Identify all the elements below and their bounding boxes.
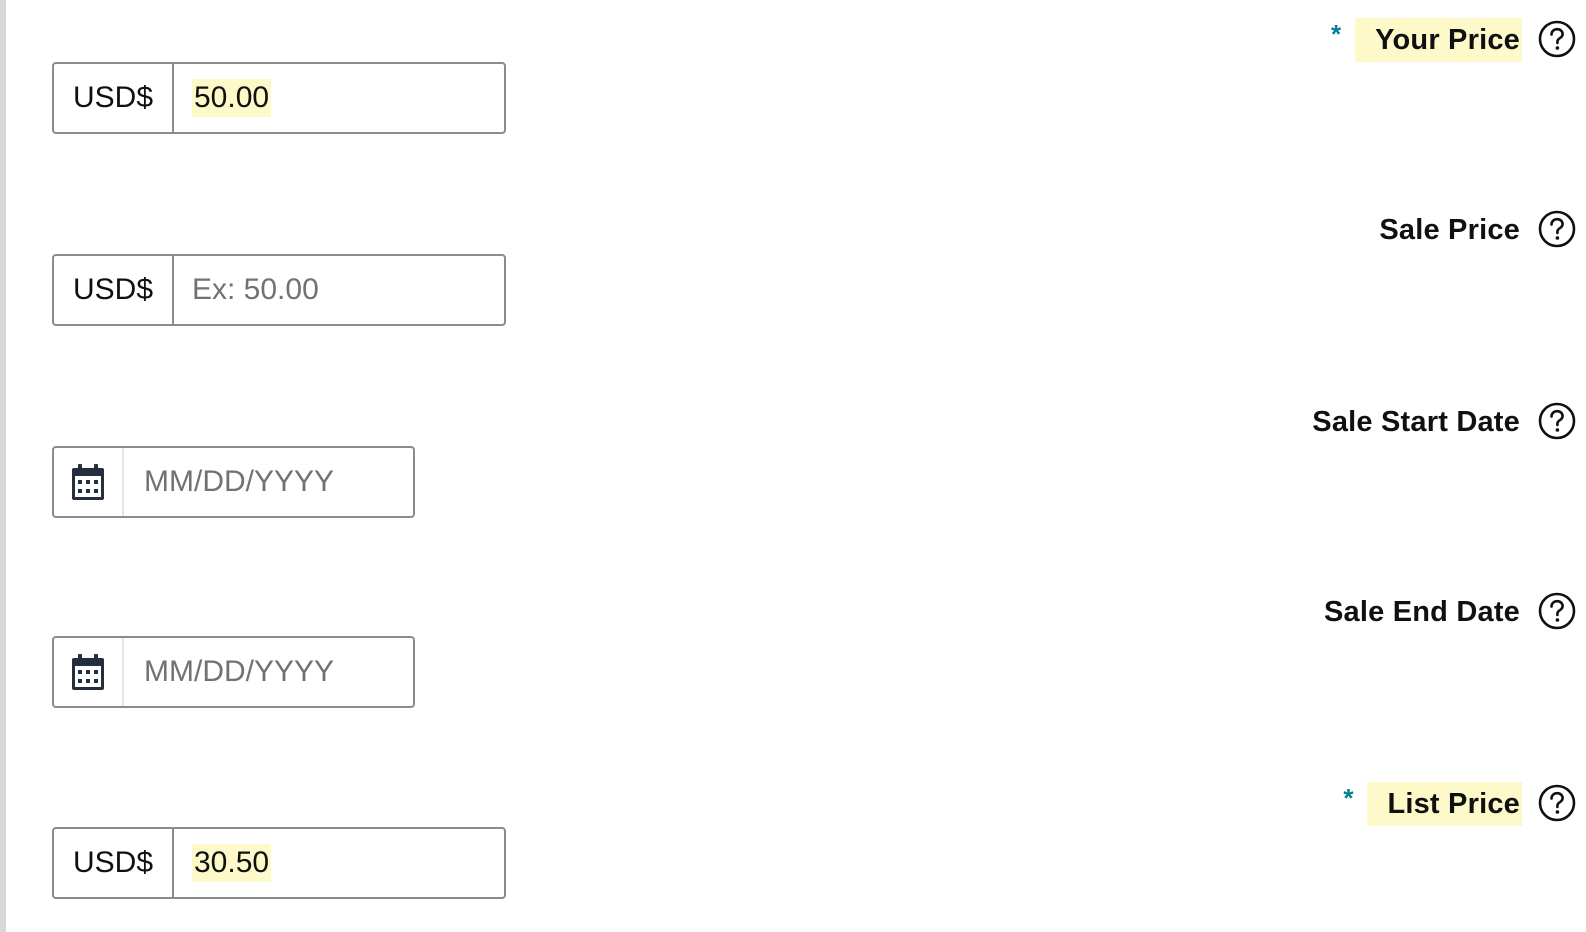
sale-start-date-input-group[interactable]: MM/DD/YYYY [52, 446, 415, 518]
your-price-label-group: * Your Price [1330, 18, 1576, 62]
calendar-icon [72, 654, 104, 690]
your-price-input-group[interactable]: USD$ 50.00 [52, 62, 506, 134]
required-marker: * [1330, 18, 1342, 49]
currency-prefix: USD$ [54, 829, 174, 897]
sale-end-date-placeholder: MM/DD/YYYY [144, 655, 335, 688]
currency-prefix: USD$ [54, 256, 174, 324]
calendar-button[interactable] [54, 638, 124, 706]
sale-end-date-label-group: Sale End Date [1322, 590, 1576, 634]
help-circle-icon[interactable] [1538, 592, 1576, 630]
sale-price-label: Sale Price [1379, 214, 1520, 246]
sale-end-date-label: Sale End Date [1324, 596, 1520, 628]
list-price-label: List Price [1367, 782, 1522, 826]
calendar-button[interactable] [54, 448, 124, 516]
your-price-input[interactable]: 50.00 [174, 64, 504, 132]
list-price-value: 30.50 [192, 844, 272, 882]
help-circle-icon[interactable] [1538, 20, 1576, 58]
sale-price-placeholder: Ex: 50.00 [192, 273, 319, 306]
required-marker: * [1343, 782, 1354, 813]
sale-start-date-label-group: Sale Start Date [1310, 400, 1576, 444]
sale-start-date-placeholder: MM/DD/YYYY [144, 465, 335, 498]
help-circle-icon[interactable] [1538, 402, 1576, 440]
sale-price-input[interactable]: Ex: 50.00 [174, 256, 504, 324]
sale-price-label-group: Sale Price [1377, 208, 1576, 252]
help-circle-icon[interactable] [1538, 210, 1576, 248]
currency-prefix: USD$ [54, 64, 174, 132]
your-price-value: 50.00 [192, 79, 272, 117]
your-price-label: Your Price [1355, 18, 1522, 62]
calendar-icon [72, 464, 104, 500]
pricing-form: * Your Price USD$ 50.00 Sale Price USD$ … [0, 0, 1586, 932]
list-price-input-group[interactable]: USD$ 30.50 [52, 827, 506, 899]
sale-end-date-input[interactable]: MM/DD/YYYY [124, 638, 334, 706]
sale-price-input-group[interactable]: USD$ Ex: 50.00 [52, 254, 506, 326]
help-circle-icon[interactable] [1538, 784, 1576, 822]
sale-start-date-label: Sale Start Date [1312, 406, 1520, 438]
sale-start-date-input[interactable]: MM/DD/YYYY [124, 448, 334, 516]
sale-end-date-input-group[interactable]: MM/DD/YYYY [52, 636, 415, 708]
list-price-label-group: * List Price [1343, 782, 1576, 826]
left-divider [0, 0, 6, 932]
list-price-input[interactable]: 30.50 [174, 829, 504, 897]
